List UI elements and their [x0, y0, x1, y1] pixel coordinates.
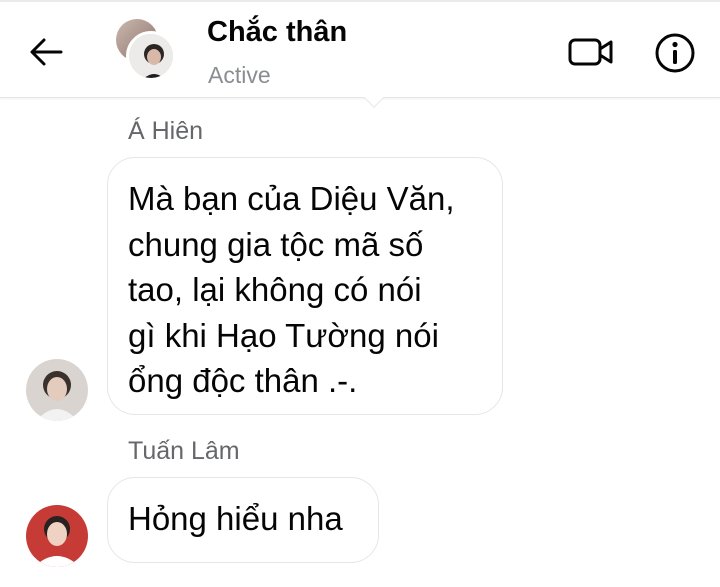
info-icon — [655, 33, 695, 73]
info-button[interactable] — [652, 30, 698, 76]
group-avatar[interactable] — [116, 19, 176, 81]
chat-title: Chắc thân — [207, 16, 348, 48]
message-line: Hỏng hiểu nha — [128, 500, 343, 537]
arrow-left-icon — [30, 38, 63, 66]
video-camera-icon — [568, 38, 613, 66]
group-avatar-front — [126, 31, 176, 81]
message-bubble[interactable]: Hỏng hiểu nha — [107, 477, 379, 563]
back-button[interactable] — [26, 32, 66, 72]
active-status: Active — [208, 62, 271, 88]
chat-header: Chắc thân Active — [0, 0, 720, 98]
sender-avatar[interactable] — [26, 505, 88, 567]
sender-avatar[interactable] — [26, 359, 88, 421]
message-line: chung gia tộc mã số — [128, 225, 424, 263]
message-bubble[interactable]: Mà bạn của Diệu Văn, chung gia tộc mã số… — [107, 157, 503, 415]
message-line: tao, lại không có nói — [128, 271, 422, 308]
sender-name: Á Hiên — [128, 117, 204, 145]
message-line: ổng độc thân .-. — [128, 362, 358, 399]
message-line: Mà bạn của Diệu Văn, — [128, 180, 455, 217]
sender-name: Tuấn Lâm — [128, 437, 240, 465]
message-line: gì khi Hạo Tường nói — [128, 316, 439, 354]
video-call-button[interactable] — [566, 32, 616, 72]
